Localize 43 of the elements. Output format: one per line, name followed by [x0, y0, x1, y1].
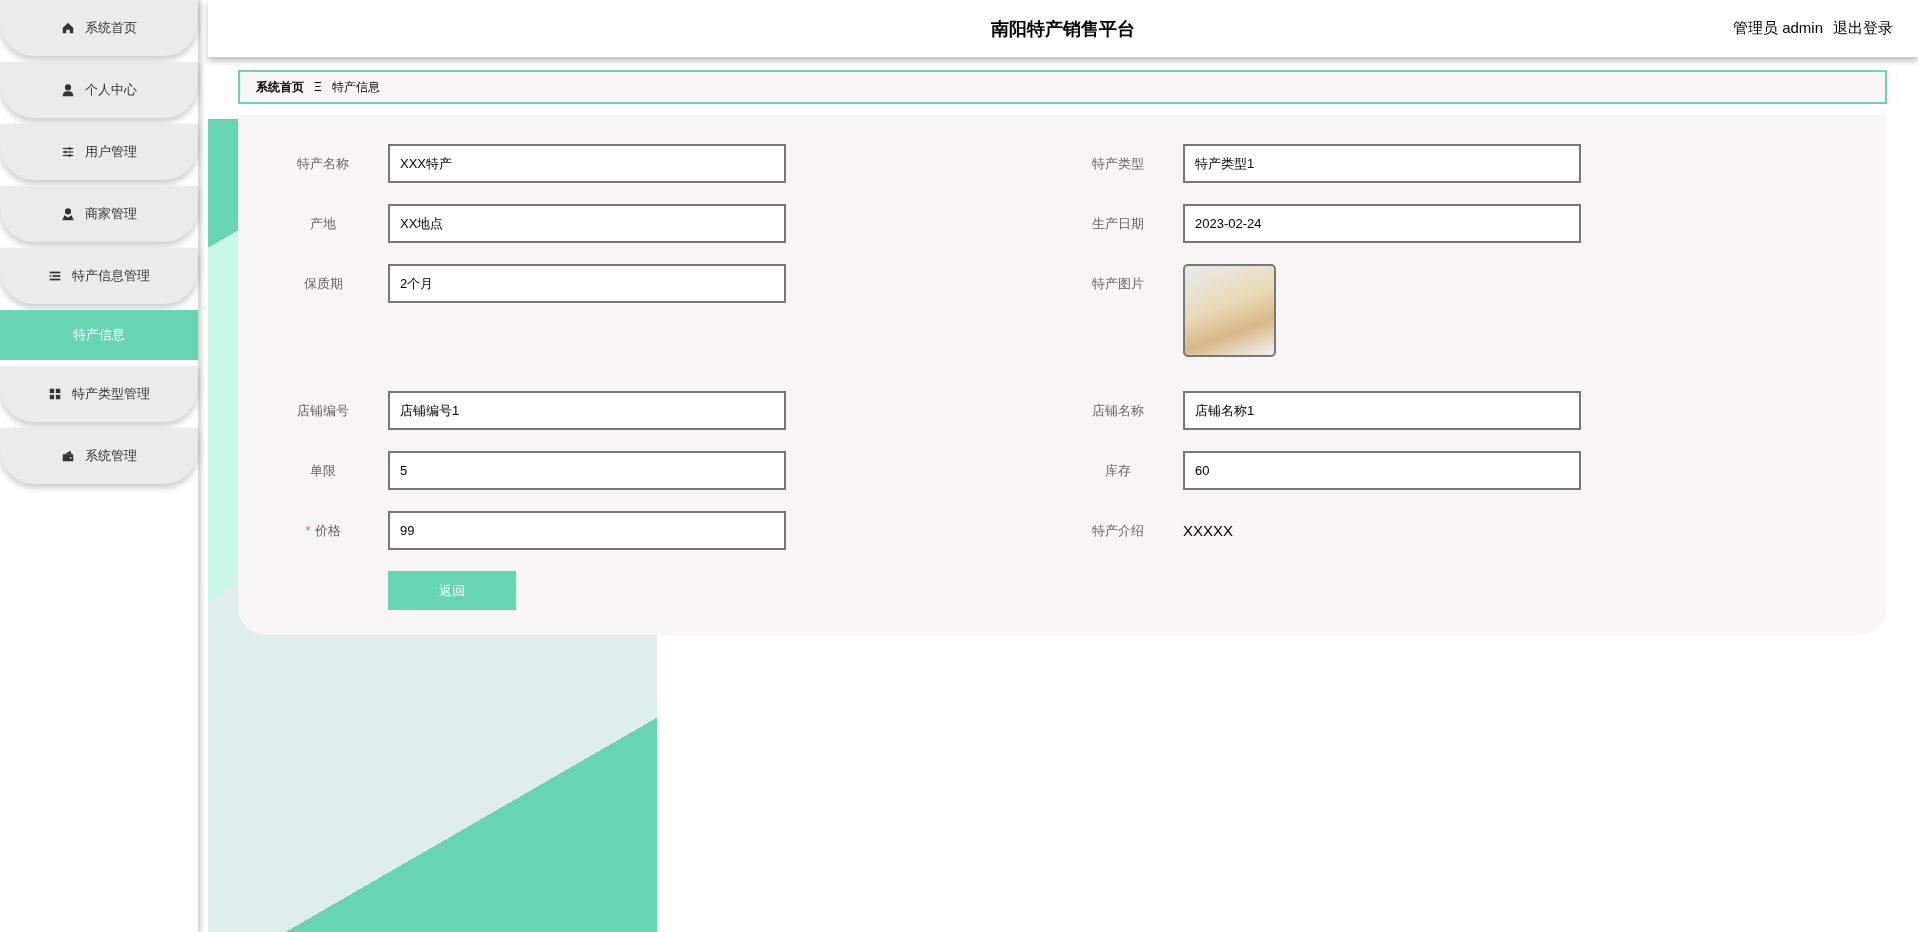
text-field[interactable]: 店铺名称1 [1183, 391, 1581, 430]
text-field[interactable]: 店铺编号1 [388, 391, 786, 430]
grid-icon [48, 387, 62, 401]
breadcrumb-item[interactable]: 系统首页 [256, 78, 304, 96]
person-icon [61, 207, 75, 221]
text-field[interactable]: 60 [1183, 451, 1581, 490]
sidebar-item[interactable]: 个人中心 [0, 62, 198, 118]
breadcrumb-item: 特产信息 [331, 78, 380, 96]
user-name: 管理员 admin [1732, 19, 1823, 38]
field-value: XXXXX [1183, 521, 1234, 541]
field-label: 产地 [309, 215, 337, 233]
field-label: 特产介绍 [1091, 522, 1145, 540]
site-title: 南阳特产销售平台 [991, 17, 1135, 41]
field-label: 保质期 [302, 275, 344, 293]
sidebar-item[interactable]: 系统首页 [0, 0, 198, 56]
text-field[interactable]: 特产类型1 [1183, 144, 1581, 183]
sidebar-item[interactable]: 特产信息管理 [0, 248, 198, 304]
text-field[interactable]: 2023-02-24 [1183, 204, 1581, 243]
text-field[interactable]: XXX特产 [388, 144, 786, 183]
sidebar-item[interactable]: 系统管理 [0, 428, 198, 484]
logout-link[interactable]: 退出登录 [1833, 19, 1893, 38]
list-icon [48, 269, 62, 283]
text-field[interactable]: 2个月 [388, 264, 786, 303]
person-icon [61, 83, 75, 97]
text-field[interactable]: 99 [388, 511, 786, 550]
wallet-icon [61, 449, 75, 463]
sidebar-item[interactable]: 商家管理 [0, 186, 198, 242]
text-field[interactable]: XX地点 [388, 204, 786, 243]
field-label: 生产日期 [1091, 215, 1145, 233]
field-label: 特产类型 [1091, 155, 1145, 173]
sidebar-item[interactable]: 特产类型管理 [0, 366, 198, 422]
sliders-icon [61, 145, 75, 159]
field-label: * 价格 [304, 522, 342, 540]
home-icon [61, 21, 75, 35]
field-label: 库存 [1104, 462, 1132, 480]
text-field[interactable]: 5 [388, 451, 786, 490]
sidebar-item[interactable]: 用户管理 [0, 124, 198, 180]
field-label: 特产名称 [296, 155, 350, 173]
field-label: 单限 [309, 462, 337, 480]
field-label: 店铺编号 [296, 402, 350, 420]
field-label: 特产图片 [1091, 275, 1145, 293]
breadcrumb-separator: Ξ [314, 80, 322, 94]
field-label: 店铺名称 [1091, 402, 1145, 420]
